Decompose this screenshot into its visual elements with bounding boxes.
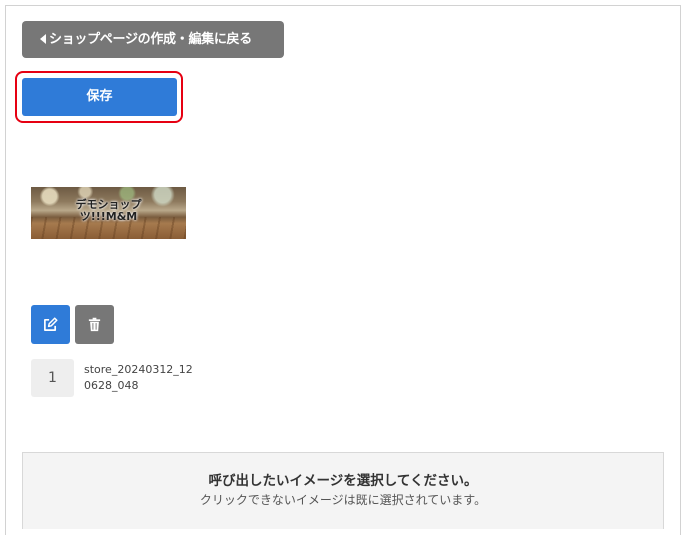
image-thumbnail[interactable]: デモショップ ツ!!!M&M <box>31 187 186 239</box>
picker-subtitle: クリックできないイメージは既に選択されています。 <box>199 493 487 507</box>
caret-left-icon <box>40 33 46 44</box>
image-index: 1 <box>31 359 74 397</box>
image-picker-panel: 呼び出したいイメージを選択してください。 クリックできないイメージは既に選択され… <box>22 452 664 529</box>
back-button-label: ショップページの作成・編集に戻る <box>49 32 252 47</box>
trash-icon <box>88 317 101 332</box>
picker-title: 呼び出したいイメージを選択してください。 <box>208 473 478 489</box>
delete-image-button[interactable] <box>75 305 114 344</box>
thumbnail-caption: デモショップ ツ!!!M&M <box>31 199 186 223</box>
thumbnail-caption-line2: ツ!!!M&M <box>79 210 138 223</box>
edit-image-button[interactable] <box>31 305 70 344</box>
image-filename: store_20240312_120628_048 <box>84 363 193 392</box>
edit-icon <box>44 317 58 331</box>
back-to-shop-page-button[interactable]: ショップページの作成・編集に戻る <box>22 21 284 58</box>
save-button[interactable]: 保存 <box>22 78 177 116</box>
